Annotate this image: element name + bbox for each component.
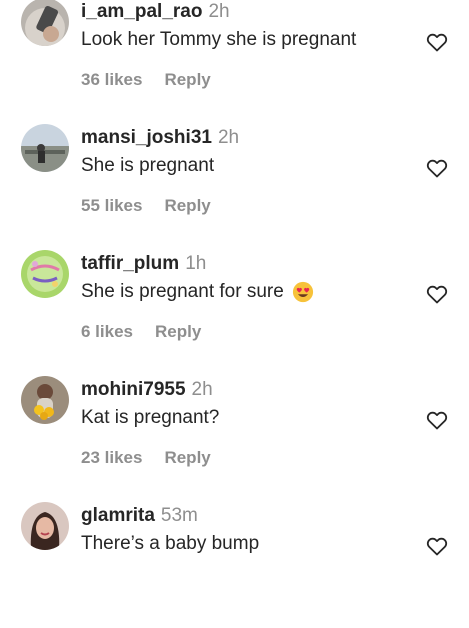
comment-text: There’s a baby bump	[81, 533, 259, 555]
comment-header: mansi_joshi31 2h	[81, 127, 239, 151]
reply-button[interactable]: Reply	[164, 448, 210, 468]
username[interactable]: mohini7955	[81, 379, 186, 401]
comment-text-body: Kat is pregnant?	[81, 407, 220, 428]
username[interactable]: taffir_plum	[81, 253, 179, 275]
comment-actions: 6 likes Reply	[81, 322, 201, 342]
likes-count[interactable]: 6 likes	[81, 322, 133, 342]
avatar[interactable]	[21, 124, 69, 172]
comment-text: Look her Tommy she is pregnant	[81, 29, 356, 51]
username[interactable]: i_am_pal_rao	[81, 1, 202, 23]
avatar[interactable]	[21, 376, 69, 424]
heart-outline-icon[interactable]	[425, 534, 449, 558]
timestamp: 2h	[191, 379, 213, 400]
comment-actions: 55 likes Reply	[81, 196, 211, 216]
heart-eyes-emoji-icon	[292, 281, 314, 303]
likes-count[interactable]: 55 likes	[81, 196, 142, 216]
comment-text-body: Look her Tommy she is pregnant	[81, 29, 357, 50]
heart-outline-icon[interactable]	[425, 156, 449, 180]
comment-text: Kat is pregnant?	[81, 407, 219, 429]
comment-text: She is pregnant	[81, 155, 214, 177]
comment-header: taffir_plum 1h	[81, 253, 206, 277]
comment-actions: 23 likes Reply	[81, 448, 211, 468]
comment-header: i_am_pal_rao 2h	[81, 1, 230, 25]
reply-button[interactable]: Reply	[164, 70, 210, 90]
reply-button[interactable]: Reply	[155, 322, 201, 342]
avatar[interactable]	[21, 0, 69, 46]
comment-header: mohini7955 2h	[81, 379, 213, 403]
reply-button[interactable]: Reply	[164, 196, 210, 216]
heart-outline-icon[interactable]	[425, 30, 449, 54]
comment-item: glamrita 53m There’s a baby bump	[0, 502, 469, 628]
comment-header: glamrita 53m	[81, 505, 198, 529]
heart-outline-icon[interactable]	[425, 282, 449, 306]
comment-item: i_am_pal_rao 2h Look her Tommy she is pr…	[0, 0, 469, 124]
timestamp: 2h	[217, 127, 240, 148]
comment-item: mansi_joshi31 2h She is pregnant 55 like…	[0, 124, 469, 250]
timestamp: 53m	[160, 505, 198, 526]
comment-text: She is pregnant for sure	[81, 281, 314, 303]
avatar[interactable]	[21, 502, 69, 550]
likes-count[interactable]: 36 likes	[81, 70, 142, 90]
username[interactable]: glamrita	[81, 505, 155, 527]
comment-item: taffir_plum 1h She is pregnant for sure …	[0, 250, 469, 376]
comment-actions: 36 likes Reply	[81, 70, 211, 90]
comment-text-body: She is pregnant	[81, 155, 215, 176]
username[interactable]: mansi_joshi31	[81, 127, 212, 149]
likes-count[interactable]: 23 likes	[81, 448, 142, 468]
avatar[interactable]	[21, 250, 69, 298]
comment-text-body: She is pregnant for sure	[81, 281, 284, 302]
comment-item: mohini7955 2h Kat is pregnant? 23 likes …	[0, 376, 469, 502]
timestamp: 1h	[185, 253, 207, 274]
timestamp: 2h	[208, 1, 230, 22]
heart-outline-icon[interactable]	[425, 408, 449, 432]
comment-text-body: There’s a baby bump	[81, 533, 260, 554]
